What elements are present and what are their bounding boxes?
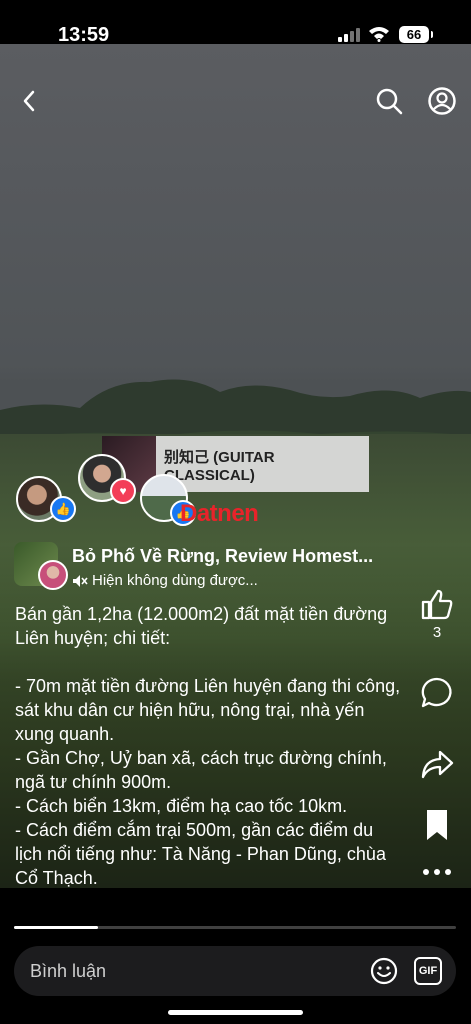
wifi-icon xyxy=(369,27,389,42)
speaker-muted-icon xyxy=(73,574,88,587)
gif-icon[interactable]: GIF xyxy=(414,957,442,985)
share-button[interactable] xyxy=(418,748,456,780)
post-caption[interactable]: Bán gần 1,2ha (12.000m2) đất mặt tiền đư… xyxy=(15,602,405,890)
like-icon xyxy=(421,589,453,620)
audio-label: Hiện không dùng được... xyxy=(92,572,258,589)
profile-icon[interactable] xyxy=(427,86,457,116)
video-progress-bar[interactable] xyxy=(14,926,456,929)
music-title: 别知己 (GUITAR CLASSICAL) xyxy=(156,436,369,492)
author-avatar[interactable] xyxy=(38,560,68,590)
back-icon[interactable] xyxy=(16,86,46,116)
love-reaction-icon: ♥ xyxy=(110,478,136,504)
caption-text: Bán gần 1,2ha (12.000m2) đất mặt tiền đư… xyxy=(15,604,401,888)
status-bar: 13:59 66 xyxy=(0,0,471,46)
emoji-icon[interactable] xyxy=(370,957,398,985)
comment-input[interactable]: Bình luận xyxy=(30,961,106,982)
music-sticker[interactable]: 别知己 (GUITAR CLASSICAL) xyxy=(102,436,369,492)
like-reaction-icon: 👍 xyxy=(50,496,76,522)
more-icon xyxy=(423,869,451,875)
home-indicator xyxy=(168,1010,303,1015)
share-icon xyxy=(421,750,454,779)
page-name[interactable]: Bỏ Phố Về Rừng, Review Homest... xyxy=(72,546,402,567)
audio-info[interactable]: Hiện không dùng được... xyxy=(72,572,258,589)
save-button[interactable] xyxy=(418,808,456,842)
like-button[interactable]: 3 xyxy=(418,588,456,641)
comment-button[interactable] xyxy=(418,676,456,710)
search-icon[interactable] xyxy=(374,86,404,116)
more-button[interactable] xyxy=(418,868,456,876)
progress-fill xyxy=(14,926,98,929)
battery-indicator: 66 xyxy=(399,26,433,43)
bookmark-icon xyxy=(427,810,447,840)
watermark-logo: Datnen xyxy=(180,500,259,527)
like-count: 3 xyxy=(432,624,442,641)
comment-icon xyxy=(421,677,452,708)
signal-icon xyxy=(338,28,360,42)
comment-bar[interactable]: Bình luận GIF xyxy=(14,946,456,996)
